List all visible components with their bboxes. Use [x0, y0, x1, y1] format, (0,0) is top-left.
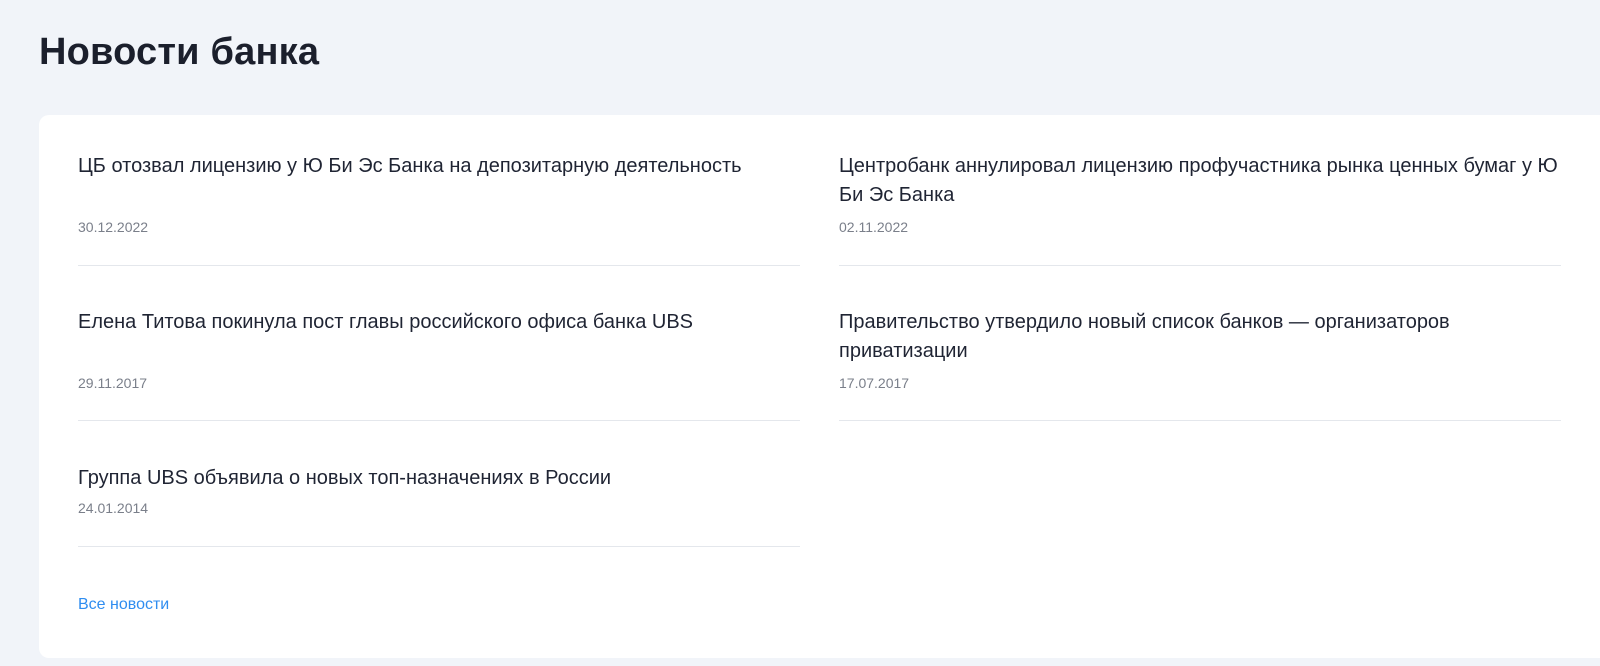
news-item-3[interactable]: Елена Титова покинула пост главы российс… — [78, 308, 800, 421]
news-item-date: 24.01.2014 — [78, 500, 149, 516]
news-item-date: 30.12.2022 — [78, 219, 149, 235]
page-title: Новости банка — [39, 31, 320, 73]
news-item-title[interactable]: ЦБ отозвал лицензию у Ю Би Эс Банка на д… — [78, 152, 800, 181]
news-item-date: 17.07.2017 — [839, 375, 910, 391]
news-item-date: 29.11.2017 — [78, 375, 148, 391]
news-card: ЦБ отозвал лицензию у Ю Би Эс Банка на д… — [39, 115, 1600, 658]
news-item-4[interactable]: Правительство утвердило новый список бан… — [839, 308, 1561, 421]
all-news-link[interactable]: Все новости — [78, 595, 169, 615]
news-item-date: 02.11.2022 — [839, 219, 909, 235]
news-item-title[interactable]: Центробанк аннулировал лицензию профучас… — [839, 152, 1561, 210]
news-item-title[interactable]: Группа UBS объявила о новых топ-назначен… — [78, 464, 800, 493]
news-item-title[interactable]: Елена Титова покинула пост главы российс… — [78, 308, 800, 337]
news-item-5[interactable]: Группа UBS объявила о новых топ-назначен… — [78, 464, 800, 547]
news-item-2[interactable]: Центробанк аннулировал лицензию профучас… — [839, 152, 1561, 266]
news-item-1[interactable]: ЦБ отозвал лицензию у Ю Би Эс Банка на д… — [78, 152, 800, 266]
news-item-title[interactable]: Правительство утвердило новый список бан… — [839, 308, 1561, 366]
